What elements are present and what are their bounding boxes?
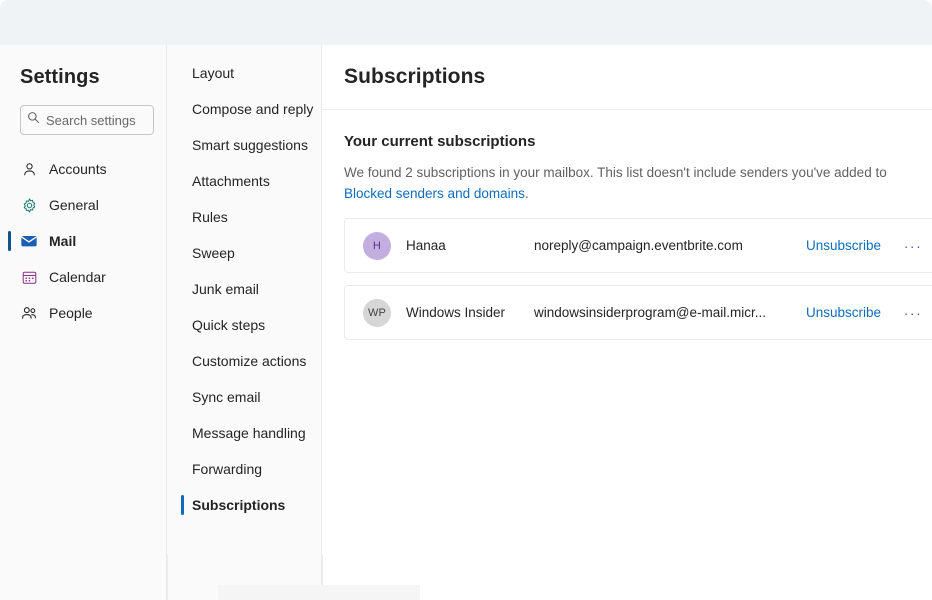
subscription-list: H Hanaa noreply@campaign.eventbrite.com … — [344, 218, 932, 340]
sidebar-item-people[interactable]: People — [0, 295, 166, 331]
content-body: Your current subscriptions We found 2 su… — [322, 110, 932, 340]
content-title: Subscriptions — [344, 65, 486, 88]
section-heading: Your current subscriptions — [344, 133, 536, 150]
sidebar-item-label: Accounts — [49, 161, 107, 177]
sidebar-divider — [167, 555, 168, 600]
subnav-item-rules[interactable]: Rules — [167, 199, 321, 235]
more-options-icon[interactable]: ··· — [899, 299, 927, 327]
gear-icon — [20, 196, 38, 214]
subnav-item-sync-email[interactable]: Sync email — [167, 379, 321, 415]
subnav-item-sweep[interactable]: Sweep — [167, 235, 321, 271]
sidebar-item-label: Mail — [49, 233, 77, 249]
subnav-item-subscriptions[interactable]: Subscriptions — [167, 487, 321, 523]
subnav-item-smart-suggestions[interactable]: Smart suggestions — [167, 127, 321, 163]
subscription-row[interactable]: H Hanaa noreply@campaign.eventbrite.com … — [344, 218, 932, 273]
search-icon — [27, 111, 40, 129]
subnav-item-label: Forwarding — [192, 461, 263, 477]
subscriptions-panel: Subscriptions Your current subscriptions… — [322, 45, 932, 600]
subnav-item-compose-and-reply[interactable]: Compose and reply — [167, 91, 321, 127]
mail-settings-subnav: Layout Compose and reply Smart suggestio… — [167, 45, 322, 600]
subnav-item-label: Smart suggestions — [192, 137, 308, 153]
settings-sidebar: Settings Search settings Accounts Genera… — [0, 45, 167, 600]
subnav-item-label: Layout — [192, 65, 235, 81]
subscription-row[interactable]: WP Windows Insider windowsinsiderprogram… — [344, 285, 932, 340]
sidebar-item-label: Calendar — [49, 269, 106, 285]
sender-email: noreply@campaign.eventbrite.com — [534, 238, 743, 253]
content-header: Subscriptions — [322, 45, 932, 110]
subnav-item-label: Message handling — [192, 425, 306, 441]
sender-name: Hanaa — [406, 238, 446, 253]
subnav-item-label: Sweep — [192, 245, 235, 261]
description-text-after: . — [524, 186, 529, 201]
subnav-item-attachments[interactable]: Attachments — [167, 163, 321, 199]
sidebar-item-label: People — [49, 305, 93, 321]
person-icon — [20, 160, 38, 178]
subnav-item-label: Quick steps — [192, 317, 266, 333]
sender-email: windowsinsiderprogram@e-mail.micr... — [534, 305, 767, 320]
section-description: We found 2 subscriptions in your mailbox… — [344, 162, 932, 204]
subnav-item-junk-email[interactable]: Junk email — [167, 271, 321, 307]
subnav-item-label: Attachments — [192, 173, 270, 189]
subnav-item-label: Customize actions — [192, 353, 307, 369]
description-text-before: We found 2 subscriptions in your mailbox… — [344, 165, 887, 180]
subnav-item-label: Junk email — [192, 281, 259, 297]
sidebar-item-calendar[interactable]: Calendar — [0, 259, 166, 295]
settings-category-list: Accounts General Mail Calendar People — [0, 151, 166, 331]
sender-name: Windows Insider — [406, 305, 506, 320]
calendar-icon — [20, 268, 38, 286]
subnav-item-label: Sync email — [192, 389, 261, 405]
avatar: WP — [363, 298, 391, 327]
subnav-item-forwarding[interactable]: Forwarding — [167, 451, 321, 487]
subnav-item-quick-steps[interactable]: Quick steps — [167, 307, 321, 343]
subnav-item-label: Subscriptions — [192, 497, 286, 513]
people-icon — [20, 304, 38, 322]
unsubscribe-link[interactable]: Unsubscribe — [806, 305, 881, 320]
subnav-item-label: Rules — [192, 209, 228, 225]
subnav-item-label: Compose and reply — [192, 101, 314, 117]
avatar-initials: WP — [367, 306, 387, 319]
window-titlebar — [0, 0, 932, 45]
dialog-footer-strip — [218, 585, 420, 600]
more-options-icon[interactable]: ··· — [899, 232, 927, 260]
search-input[interactable] — [46, 112, 147, 128]
sidebar-item-label: General — [49, 197, 99, 213]
blocked-senders-link[interactable]: Blocked senders and domains — [344, 186, 525, 201]
subnav-item-customize-actions[interactable]: Customize actions — [167, 343, 321, 379]
subnav-item-layout[interactable]: Layout — [167, 55, 321, 91]
sidebar-item-accounts[interactable]: Accounts — [0, 151, 166, 187]
settings-dialog-body: Settings Search settings Accounts Genera… — [0, 45, 932, 600]
unsubscribe-link[interactable]: Unsubscribe — [806, 238, 881, 253]
avatar: H — [363, 231, 391, 260]
sidebar-item-general[interactable]: General — [0, 187, 166, 223]
mail-icon — [20, 232, 38, 250]
sidebar-item-mail[interactable]: Mail — [0, 223, 166, 259]
avatar-initials: H — [372, 239, 382, 252]
subnav-item-message-handling[interactable]: Message handling — [167, 415, 321, 451]
search-settings-box[interactable] — [20, 105, 154, 135]
settings-window: Settings Search settings Accounts Genera… — [0, 0, 932, 600]
page-title: Settings — [20, 66, 100, 88]
